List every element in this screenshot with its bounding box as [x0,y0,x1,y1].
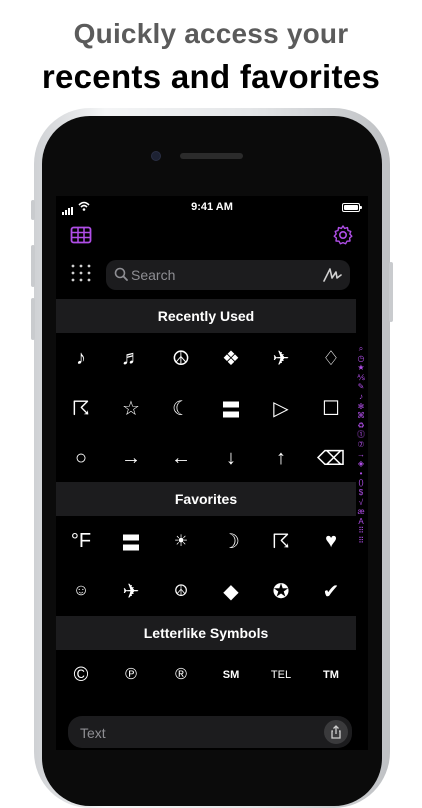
search-bar[interactable]: Search [106,260,350,290]
share-button[interactable] [324,720,348,744]
app-screen: 9:41 AM Search Recently Used ♪ ♬ ☮ ❖ ✈ ♢… [56,196,368,750]
symbol-cell[interactable]: ✈ [256,333,306,383]
symbol-cell[interactable]: ☐ [306,383,356,433]
symbol-cell[interactable]: ○ [56,433,106,483]
symbol-cell[interactable]: ☆ [106,383,156,433]
search-icon [114,267,128,281]
index-item[interactable]: ★ [356,363,366,373]
symbol-cell[interactable]: ® [156,650,206,700]
share-icon [331,725,341,739]
index-item[interactable]: ✎ [356,382,366,392]
symbol-cell[interactable]: 〓 [106,516,156,566]
headline-line-2: recents and favorites [41,58,381,95]
index-item[interactable]: ⌕ [356,344,366,354]
table-icon[interactable] [70,224,92,246]
symbol-cell[interactable]: ← [156,433,206,483]
symbol-cell[interactable]: ☮ [156,333,206,383]
gear-icon[interactable] [332,224,354,246]
grid-dots-icon[interactable] [70,263,92,283]
symbol-cell[interactable]: ♬ [106,333,156,383]
section-index-bar[interactable]: ⌕ ◷ ★ ⅍ ✎ ♪ ✻ ⌘ ♻ ⓵ ⑦ → ◈ • () $ √ æ A ⠿… [356,344,366,545]
symbol-cell[interactable]: ☾ [156,383,206,433]
index-item[interactable]: √ [356,498,366,508]
symbol-cell[interactable]: TM [306,650,356,700]
symbol-cell[interactable]: → [106,433,156,483]
symbol-cell[interactable]: ↑ [256,433,306,483]
search-placeholder: Search [131,267,176,283]
mute-switch [31,200,35,220]
index-item[interactable]: ⑦ [356,440,366,450]
index-item[interactable]: A [356,517,366,527]
symbol-cell[interactable]: ✔ [306,566,356,616]
index-item[interactable]: () [356,478,366,488]
symbol-cell[interactable]: ⌫ [306,433,356,483]
power-button [389,262,393,322]
symbol-cell[interactable]: ☈ [256,516,306,566]
volume-down-button [31,298,35,340]
index-item[interactable]: ⅍ [356,373,366,383]
battery-icon [342,203,362,212]
index-item[interactable]: ⠿ [356,526,366,536]
symbol-cell[interactable]: © [56,650,106,700]
index-item[interactable]: $ [356,488,366,498]
symbol-cell[interactable]: ◆ [206,566,256,616]
index-item[interactable]: → [356,450,366,460]
symbol-cell[interactable]: °F [56,516,106,566]
section-header-recently-used: Recently Used [56,299,356,333]
symbol-cell[interactable]: ☽ [206,516,256,566]
symbol-cell[interactable]: 〓 [206,383,256,433]
symbol-cell[interactable]: ☈ [56,383,106,433]
symbol-cell[interactable]: ℗ [106,650,156,700]
text-placeholder: Text [80,725,106,741]
index-item[interactable]: ♪ [356,392,366,402]
symbol-cell[interactable]: ↓ [206,433,256,483]
status-bar: 9:41 AM [56,196,368,218]
symbol-cell[interactable]: ▷ [256,383,306,433]
symbol-cell[interactable]: ♥ [306,516,356,566]
index-item[interactable]: ✻ [356,402,366,412]
volume-up-button [31,245,35,287]
status-time: 9:41 AM [191,201,233,213]
index-item[interactable]: ◈ [356,459,366,469]
index-item[interactable]: ⠿ [356,536,366,546]
index-item[interactable]: æ [356,507,366,517]
handwriting-icon[interactable] [322,266,342,284]
section-header-favorites: Favorites [56,482,356,516]
headline-line-1: Quickly access your [73,18,349,49]
symbol-cell[interactable]: ✈ [106,566,156,616]
front-camera [151,151,161,161]
symbol-cell[interactable]: ✪ [256,566,306,616]
symbol-cell[interactable]: ♪ [56,333,106,383]
symbol-cell[interactable]: SM [206,650,256,700]
section-header-letterlike-symbols: Letterlike Symbols [56,616,356,650]
earpiece-speaker [180,153,243,159]
index-item[interactable]: ♻ [356,421,366,431]
symbol-cell[interactable]: ❖ [206,333,256,383]
text-input[interactable]: Text [68,716,352,748]
symbol-cell[interactable]: ☮ [156,566,206,616]
index-item[interactable]: ⓵ [356,430,366,440]
symbol-cell[interactable]: ☺ [56,566,106,616]
index-item[interactable]: ◷ [356,354,366,364]
symbol-cell[interactable]: TEL [256,650,306,700]
index-item[interactable]: ⌘ [356,411,366,421]
index-item[interactable]: • [356,469,366,479]
symbol-cell[interactable]: ☀ [156,516,206,566]
symbol-cell[interactable]: ♢ [306,333,356,383]
